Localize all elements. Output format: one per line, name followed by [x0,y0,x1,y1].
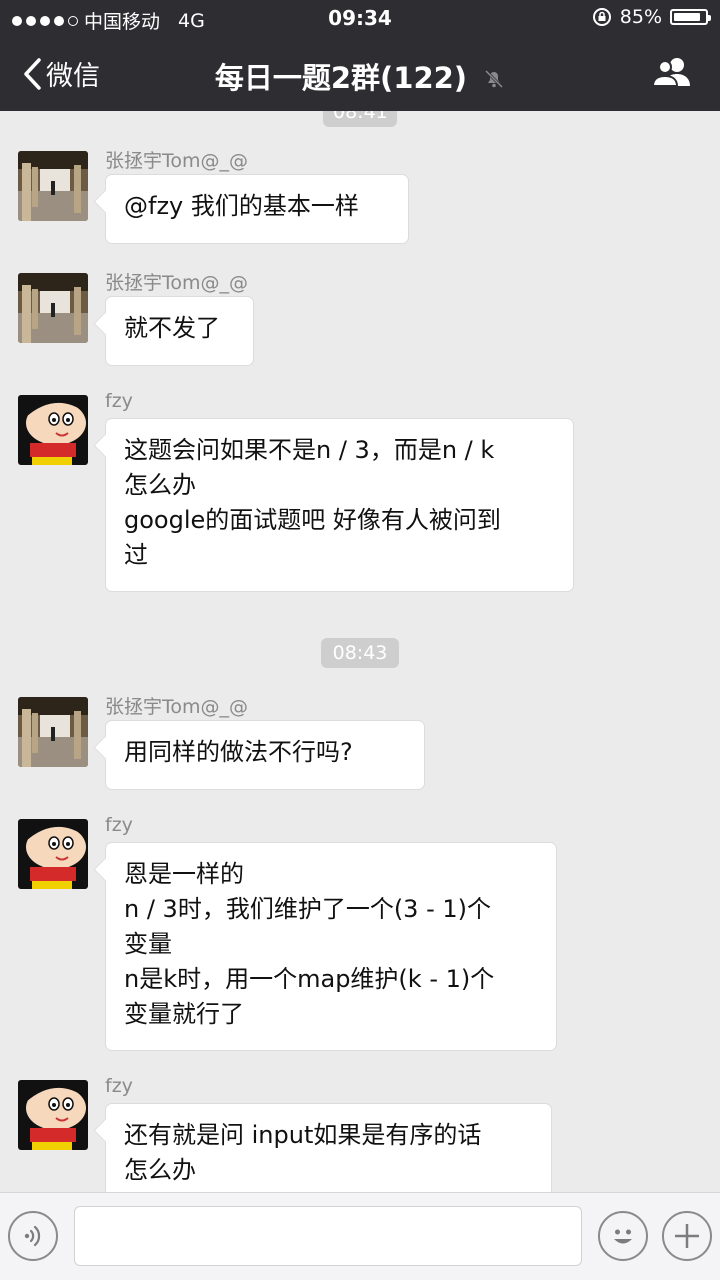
message-bubble[interactable]: @fzy 我们的基本一样 [105,174,409,244]
message-bubble[interactable]: 这题会问如果不是n / 3，而是n / k 怎么办 google的面试题吧 好像… [105,418,574,592]
chat-area[interactable]: 08:41 张拯宇Tom@_@ @fzy 我们的基本一样 张拯宇Tom@_@ 就… [0,111,720,1192]
time-divider: 08:41 [323,111,397,127]
bell-slash-icon [483,63,505,97]
emoji-icon [614,1229,632,1244]
nav-bar: 微信 每日一题2群(122) [0,36,720,111]
avatar[interactable] [18,1080,88,1150]
chat-title-text: 每日一题2群(122) [214,61,468,95]
sender-name: fzy [105,1075,133,1097]
corridor-photo-image [18,697,88,767]
sender-name: 张拯宇Tom@_@ [105,696,249,718]
group-members-icon [651,58,690,87]
emoji-button[interactable] [598,1211,648,1261]
avatar[interactable] [18,273,88,343]
sender-name: 张拯宇Tom@_@ [105,150,249,172]
group-members-button[interactable] [650,54,694,94]
message-bubble[interactable]: 用同样的做法不行吗? [105,720,425,790]
message-bubble[interactable]: 恩是一样的 n / 3时，我们维护了一个(3 - 1)个 变量 n是k时，用一个… [105,842,557,1051]
message-bubble[interactable]: 还有就是问 input如果是有序的话 怎么办 [105,1103,552,1192]
voice-icon [24,1225,41,1247]
avatar[interactable] [18,819,88,889]
battery-icon [670,9,711,25]
sender-name: fzy [105,814,133,836]
voice-button[interactable] [8,1211,58,1261]
input-bar [0,1192,720,1280]
plus-icon [675,1224,699,1248]
cartoon-boy-image [18,1080,88,1150]
avatar[interactable] [18,395,88,465]
battery-percent: 85% [619,6,662,28]
plus-button[interactable] [662,1211,712,1261]
corridor-photo-image [18,273,88,343]
cartoon-boy-image [18,395,88,465]
avatar[interactable] [18,697,88,767]
status-bar: 中国移动 4G 09:34 85% [0,0,720,36]
sender-name: fzy [105,390,133,412]
sender-name: 张拯宇Tom@_@ [105,272,249,294]
rotation-lock-icon [592,8,611,26]
cartoon-boy-image [18,819,88,889]
message-input[interactable] [74,1206,582,1266]
message-bubble[interactable]: 就不发了 [105,296,254,366]
corridor-photo-image [18,151,88,221]
chat-title: 每日一题2群(122) [0,55,720,97]
time-divider: 08:43 [321,638,399,668]
avatar[interactable] [18,151,88,221]
